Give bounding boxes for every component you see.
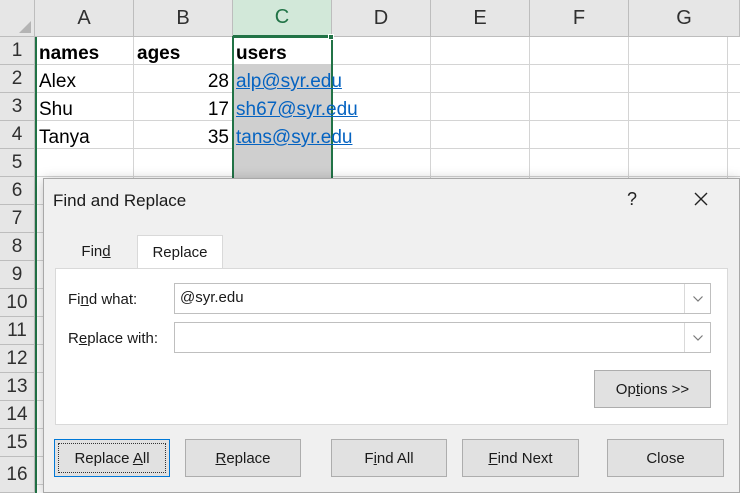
row-header-10[interactable]: 10 [0,289,35,317]
cell-c2[interactable]: alp@syr.edu [233,68,373,96]
row-header-14[interactable]: 14 [0,401,35,429]
column-header-f[interactable]: F [530,0,629,37]
select-all-triangle-icon [19,21,31,33]
find-what-value: @syr.edu [180,289,244,306]
column-header-d[interactable]: D [332,0,431,37]
replace-all-button[interactable]: Replace All [54,439,170,477]
row-header-1[interactable]: 1 [0,37,35,65]
cell-c4[interactable]: tans@syr.edu [233,124,373,152]
tab-replace[interactable]: Replace [137,235,223,269]
row-header-3[interactable]: 3 [0,93,35,121]
replace-button[interactable]: Replace [185,439,301,477]
select-all-corner[interactable] [0,0,35,37]
close-button-label: Close [646,449,685,467]
help-button[interactable]: ? [627,189,637,210]
chevron-down-icon [692,295,703,302]
close-icon [694,192,708,206]
column-header-e[interactable]: E [431,0,530,37]
row-header-8[interactable]: 8 [0,233,35,261]
row-header-2[interactable]: 2 [0,65,35,93]
column-header-a[interactable]: A [35,0,134,37]
column-header-g[interactable]: G [629,0,740,37]
column-header-b[interactable]: B [134,0,233,37]
replace-with-label: Replace with: [68,330,159,347]
replace-with-dropdown[interactable] [684,323,710,352]
row-header-4[interactable]: 4 [0,121,35,149]
row-header-13[interactable]: 13 [0,373,35,401]
row-header-6[interactable]: 6 [0,177,35,205]
row-header-9[interactable]: 9 [0,261,35,289]
cell-b2[interactable]: 28 [134,68,232,96]
cell-a4[interactable]: Tanya [36,124,134,152]
find-next-button[interactable]: Find Next [462,439,579,477]
options-button-label: Options >> [615,380,690,398]
find-next-button-label: Find Next [488,449,553,467]
find-what-label: Find what: [68,291,138,308]
replace-button-label: Replace [215,449,271,467]
chevron-down-icon [692,334,703,341]
tab-find[interactable]: Find [56,235,136,268]
cell-a3[interactable]: Shu [36,96,134,124]
row-header-12[interactable]: 12 [0,345,35,373]
column-header-c[interactable]: C [233,0,332,37]
cell-a1[interactable]: names [36,40,134,68]
find-what-dropdown[interactable] [684,284,710,313]
row-header-16[interactable]: 16 [0,457,35,493]
cell-b1[interactable]: ages [134,40,232,68]
find-all-button-label: Find All [364,449,414,467]
cell-b3[interactable]: 17 [134,96,232,124]
dialog-title: Find and Replace [53,191,187,210]
cell-b4[interactable]: 35 [134,124,232,152]
options-button[interactable]: Options >> [594,370,711,408]
focus-outline [58,443,166,473]
row-header-15[interactable]: 15 [0,429,35,457]
close-dialog-button[interactable] [688,186,714,212]
cell-c3[interactable]: sh67@syr.edu [233,96,373,124]
find-replace-dialog: Find and Replace ? Find Replace Find wha… [43,178,740,493]
find-all-button[interactable]: Find All [331,439,447,477]
row-header-7[interactable]: 7 [0,205,35,233]
replace-with-input[interactable] [174,322,711,353]
row-header-11[interactable]: 11 [0,317,35,345]
find-what-input[interactable]: @syr.edu [174,283,711,314]
tab-replace-label: Replace [152,244,208,261]
cell-a2[interactable]: Alex [36,68,134,96]
tab-find-label: Find [81,243,111,260]
close-button[interactable]: Close [607,439,724,477]
cell-c1[interactable]: users [233,40,331,68]
row-header-5[interactable]: 5 [0,149,35,177]
